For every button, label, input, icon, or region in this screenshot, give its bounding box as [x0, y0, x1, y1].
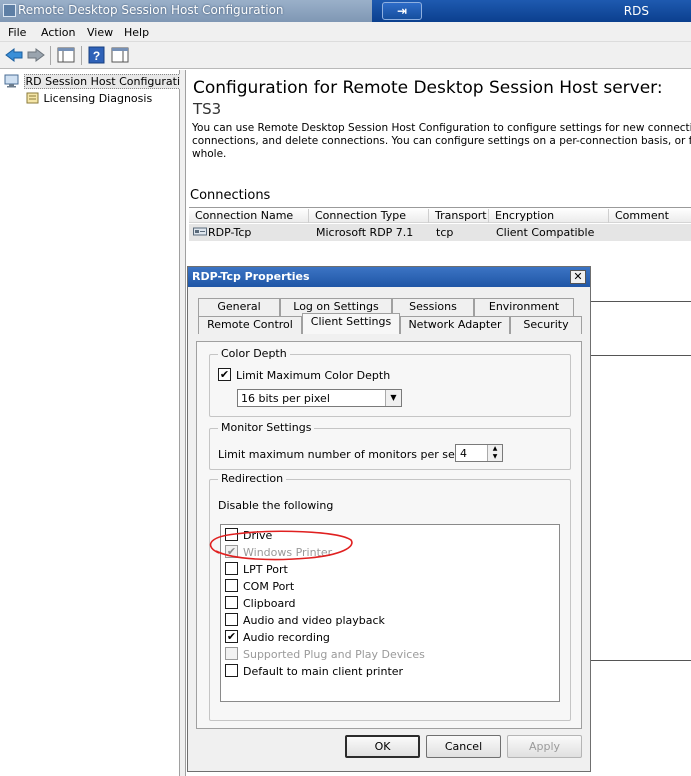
encryption-cell: Client Compatible	[496, 226, 595, 239]
tab-remote-control[interactable]: Remote Control	[198, 316, 302, 334]
group-label: Monitor Settings	[218, 421, 315, 434]
console-tree[interactable]: RD Session Host Configuration: Licensing…	[0, 70, 200, 776]
redirect-drive-label: Drive	[243, 529, 273, 542]
redirect-clipboard-label: Clipboard	[243, 597, 296, 610]
connection-icon	[193, 227, 207, 236]
tab-network-adapter[interactable]: Network Adapter	[400, 316, 510, 334]
description: You can use Remote Desktop Session Host …	[192, 122, 691, 161]
rds-connection-bar: ⇥ RDS	[372, 0, 691, 22]
forward-arrow-icon[interactable]	[26, 46, 46, 64]
monitor-count-stepper[interactable]: 4 ▲ ▼	[455, 444, 503, 462]
redirect-audio-and-video-playback-checkbox[interactable]	[225, 613, 238, 626]
spin-arrows-icon[interactable]: ▲ ▼	[487, 445, 502, 461]
redirect-windows-printer-checkbox: ✔	[225, 545, 238, 558]
column-header-comment[interactable]: Comment	[609, 209, 691, 223]
redirect-audio-recording-checkbox[interactable]: ✔	[225, 630, 238, 643]
menu-file[interactable]: File	[8, 26, 26, 39]
redirect-default-to-main-client-printer-label: Default to main client printer	[243, 665, 404, 678]
redirect-audio-recording-label: Audio recording	[243, 631, 330, 644]
column-header-connection-type[interactable]: Connection Type	[309, 209, 429, 223]
tree-item-rd-session-host[interactable]: RD Session Host Configuration:	[4, 74, 200, 89]
client-settings-panel: Color Depth ✔ Limit Maximum Color Depth …	[196, 341, 582, 729]
tab-client-settings[interactable]: Client Settings	[302, 313, 400, 334]
redirect-clipboard-checkbox[interactable]	[225, 596, 238, 609]
column-header-encryption[interactable]: Encryption	[489, 209, 609, 223]
redirect-audio-and-video-playback-label: Audio and video playback	[243, 614, 385, 627]
apply-button[interactable]: Apply	[507, 735, 582, 758]
background-divider	[591, 660, 691, 661]
back-arrow-icon[interactable]	[4, 46, 24, 64]
redirect-com-port-checkbox[interactable]	[225, 579, 238, 592]
toolbar-separator	[81, 46, 82, 65]
show-hide-action-pane-icon[interactable]	[110, 46, 130, 64]
page-title: Configuration for Remote Desktop Session…	[193, 78, 663, 98]
help-icon[interactable]: ?	[87, 46, 107, 64]
app-icon	[3, 4, 16, 17]
show-hide-console-tree-icon[interactable]	[56, 46, 76, 64]
server-name: TS3	[193, 100, 222, 118]
redirect-supported-plug-and-play-devices-checkbox	[225, 647, 238, 660]
redirect-windows-printer-label: Windows Printer	[243, 546, 333, 559]
connections-list-header: Connection Name Connection Type Transpor…	[189, 207, 691, 223]
svg-text:?: ?	[93, 49, 100, 63]
redirection-list[interactable]: Drive ✔ Windows Printer LPT Port COM Port Cli…	[220, 524, 560, 702]
tab-sessions[interactable]: Sessions	[392, 298, 474, 316]
menu-help[interactable]: Help	[124, 26, 149, 39]
connection-name-cell: RDP-Tcp	[208, 226, 252, 239]
redirect-supported-plug-and-play-devices-label: Supported Plug and Play Devices	[243, 648, 425, 661]
licensing-diagnosis-icon	[26, 92, 39, 104]
tree-item-licensing-diagnosis[interactable]: Licensing Diagnosis	[26, 91, 152, 105]
monitor-settings-group: Monitor Settings Limit maximum number of…	[209, 421, 571, 470]
close-icon[interactable]: ✕	[570, 270, 586, 284]
cancel-button[interactable]: Cancel	[426, 735, 501, 758]
menu-view[interactable]: View	[87, 26, 113, 39]
tab-environment[interactable]: Environment	[474, 298, 574, 316]
toolbar: ?	[0, 42, 691, 69]
tree-label: RD Session Host Configuration:	[23, 74, 200, 89]
dialog-titlebar[interactable]: RDP-Tcp Properties ✕	[188, 267, 590, 287]
tree-label: Licensing Diagnosis	[43, 92, 153, 105]
rds-label: RDS	[623, 4, 649, 18]
rdp-tcp-properties-dialog: RDP-Tcp Properties ✕ General Log on Sett…	[187, 266, 591, 772]
monitor-count-value: 4	[460, 447, 467, 460]
color-depth-group: Color Depth ✔ Limit Maximum Color Depth …	[209, 347, 571, 417]
transport-cell: tcp	[436, 226, 454, 239]
pin-icon[interactable]: ⇥	[382, 2, 422, 20]
connection-type-cell: Microsoft RDP 7.1	[316, 226, 414, 239]
redirection-group: Redirection Disable the following Drive ✔…	[209, 472, 571, 721]
limit-color-depth-label: Limit Maximum Color Depth	[236, 369, 391, 382]
background-divider	[591, 301, 691, 302]
table-row[interactable]: RDP-Tcp Microsoft RDP 7.1 tcp Client Com…	[189, 224, 691, 241]
tab-security[interactable]: Security	[510, 316, 582, 334]
description-line: connections, and delete connections. You…	[192, 135, 691, 147]
background-divider	[591, 355, 691, 356]
redirect-drive-checkbox[interactable]	[225, 528, 238, 541]
redirect-default-to-main-client-printer-checkbox[interactable]	[225, 664, 238, 677]
window-title: Remote Desktop Session Host Configuratio…	[18, 3, 284, 17]
redirect-lpt-port-checkbox[interactable]	[225, 562, 238, 575]
ok-button[interactable]: OK	[345, 735, 420, 758]
tab-general[interactable]: General	[198, 298, 280, 316]
dialog-title: RDP-Tcp Properties	[192, 270, 310, 283]
limit-color-depth-checkbox[interactable]: ✔	[218, 368, 231, 381]
group-label: Redirection	[218, 472, 287, 485]
column-header-transport[interactable]: Transport	[429, 209, 489, 223]
window-titlebar: Remote Desktop Session Host Configuratio…	[0, 0, 691, 22]
server-computer-icon	[4, 74, 19, 88]
connections-title: Connections	[190, 188, 271, 203]
chevron-down-icon[interactable]: ▼	[385, 390, 401, 406]
color-depth-value: 16 bits per pixel	[241, 392, 330, 405]
menu-action[interactable]: Action	[41, 26, 75, 39]
toolbar-separator	[50, 46, 51, 65]
menu-bar: File Action View Help	[0, 22, 691, 42]
redirect-lpt-port-label: LPT Port	[243, 563, 288, 576]
description-line: You can use Remote Desktop Session Host …	[192, 122, 691, 134]
monitor-limit-label: Limit maximum number of monitors per ses…	[218, 448, 483, 461]
group-label: Color Depth	[218, 347, 290, 360]
column-header-connection-name[interactable]: Connection Name	[189, 209, 309, 223]
redirection-subtitle: Disable the following	[218, 499, 334, 512]
color-depth-select[interactable]: 16 bits per pixel ▼	[237, 389, 402, 407]
redirect-com-port-label: COM Port	[243, 580, 295, 593]
description-line: whole.	[192, 148, 227, 160]
